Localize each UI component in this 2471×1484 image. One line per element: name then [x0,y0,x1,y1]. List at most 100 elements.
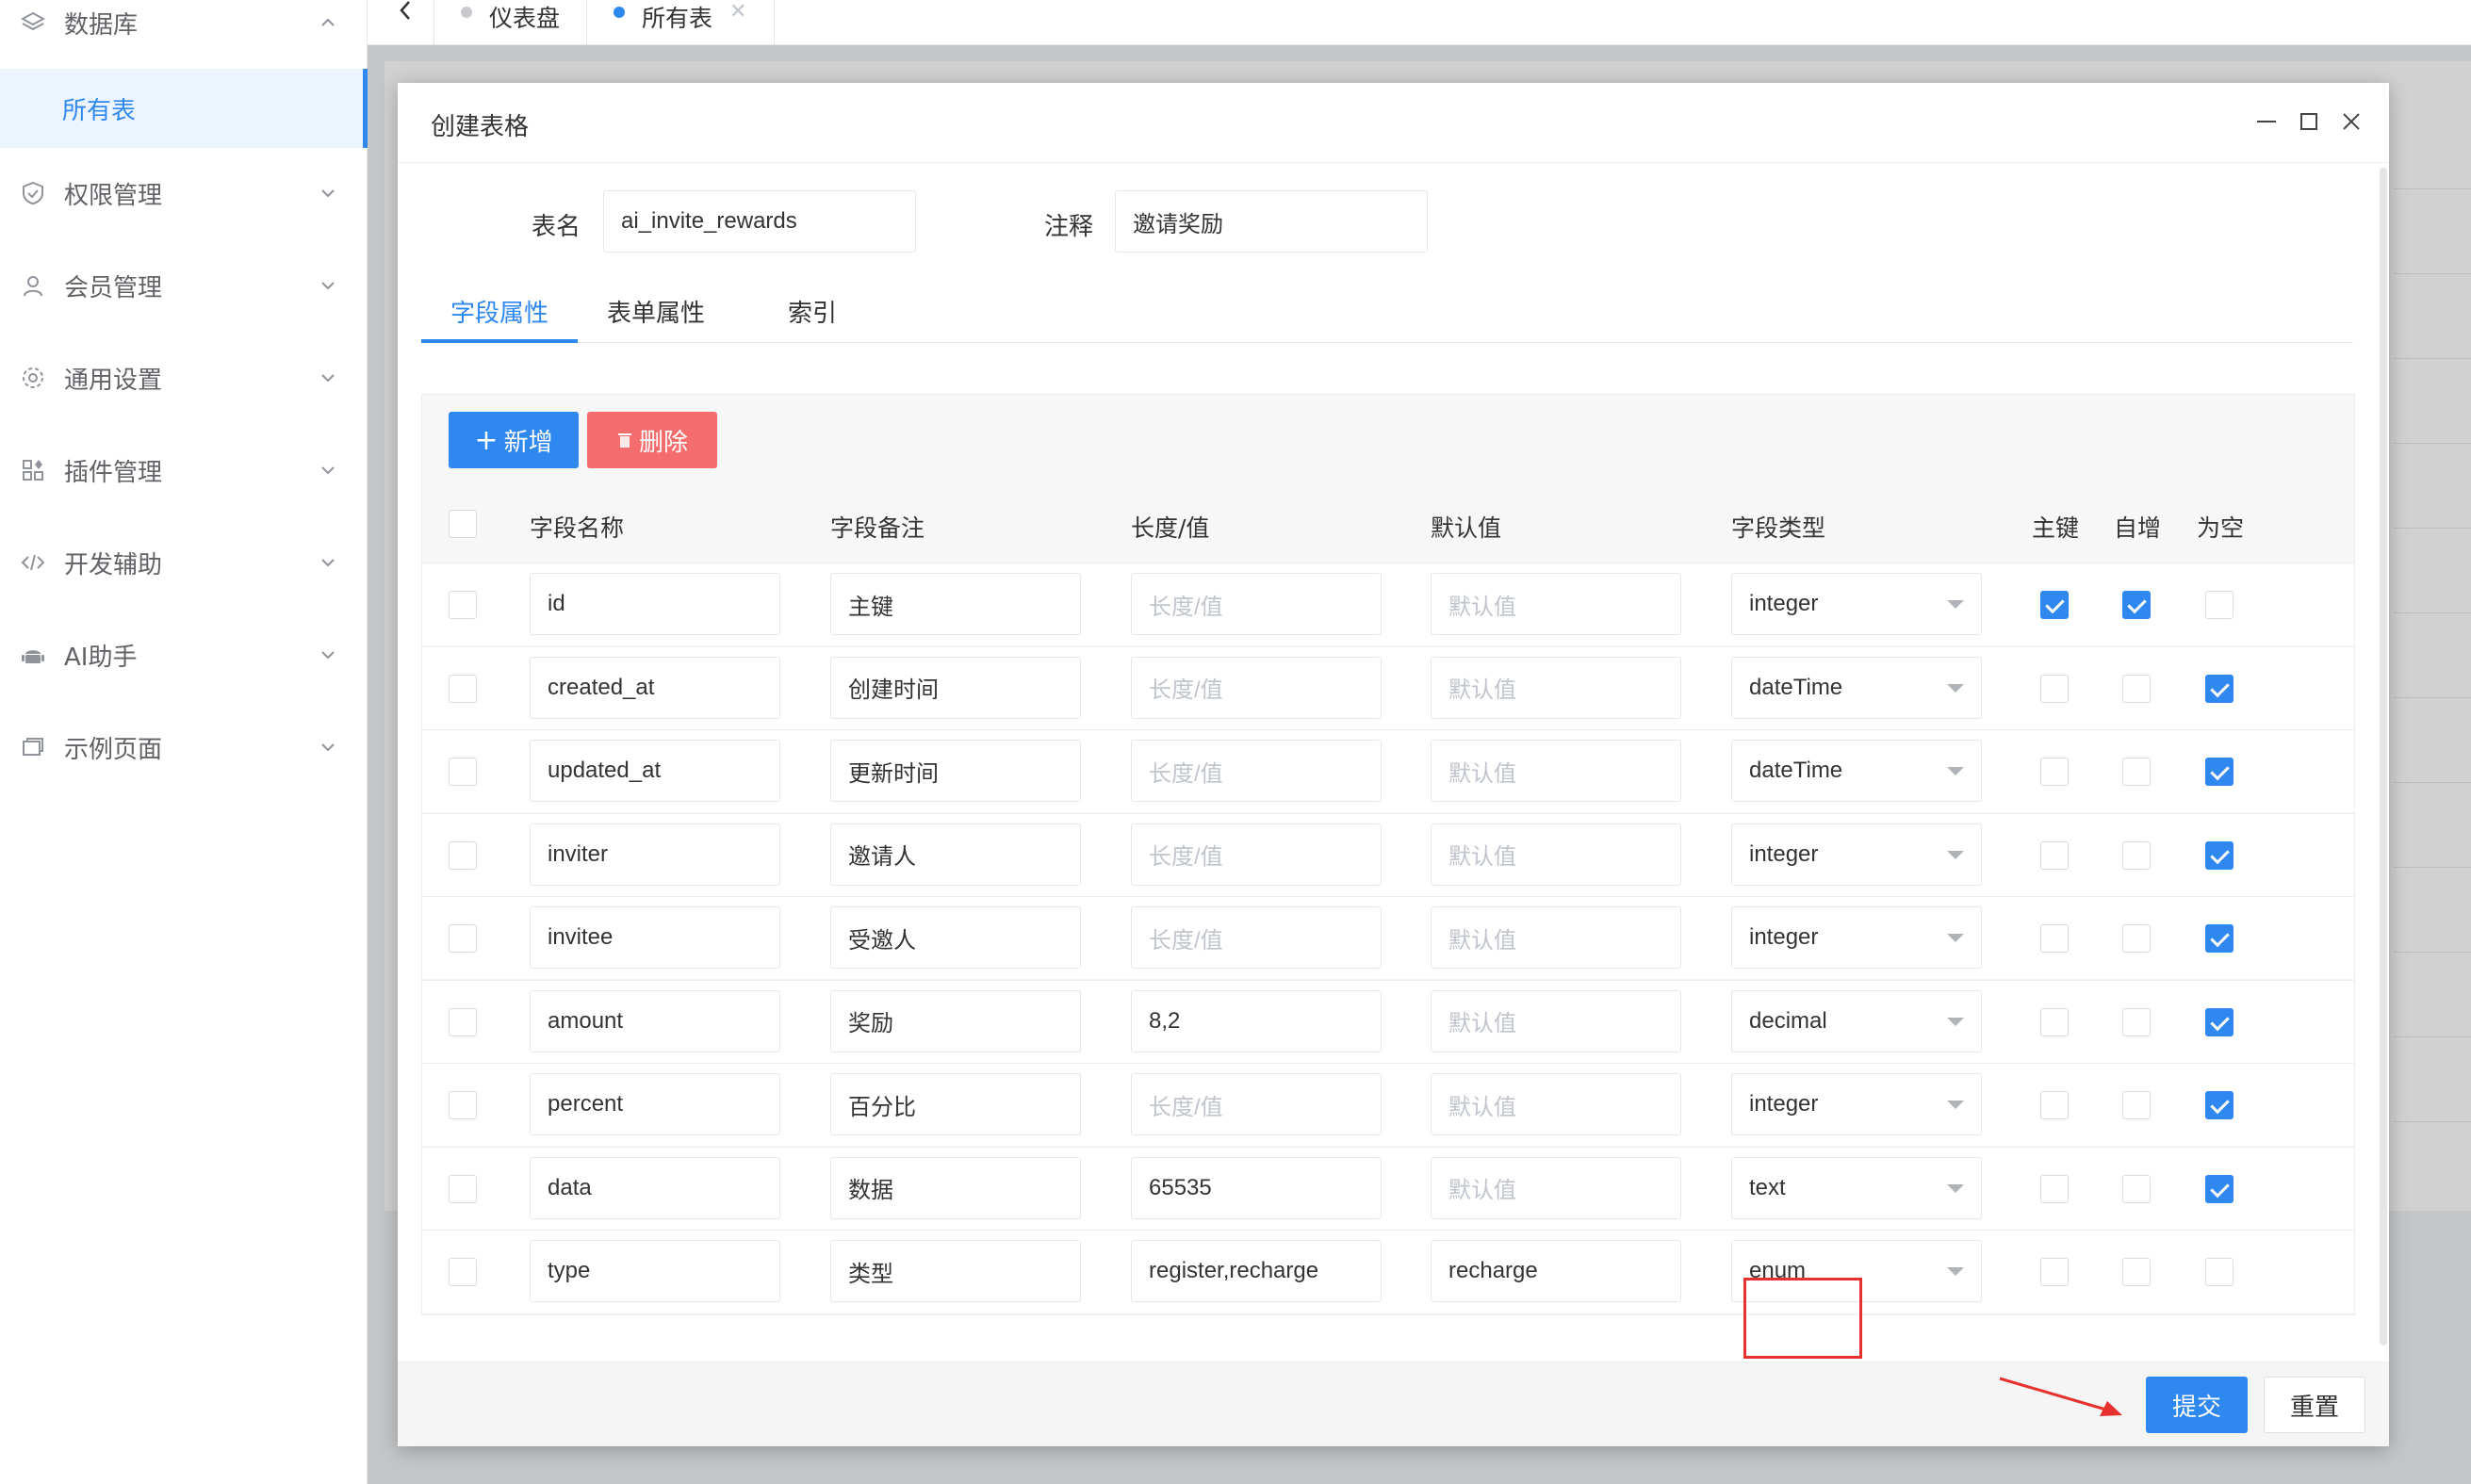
field-length-input[interactable]: register,recharge [1131,1240,1382,1302]
field-type-select[interactable]: text [1731,1156,1982,1219]
field-length-input[interactable]: 65535 [1131,1156,1382,1219]
row-select-checkbox[interactable] [449,1091,477,1119]
field-name-input[interactable]: id [530,573,780,635]
field-type-select[interactable]: dateTime [1731,740,1982,802]
field-name-input[interactable]: amount [530,989,780,1052]
nullable-checkbox[interactable] [2205,591,2234,619]
field-comment-input[interactable]: 主键 [830,573,1081,635]
field-type-select[interactable]: integer [1731,823,1982,886]
field-default-input[interactable]: 默认值 [1431,1073,1681,1135]
maximize-icon[interactable] [2295,107,2323,136]
field-type-select[interactable]: decimal [1731,989,1982,1052]
field-default-input[interactable]: 默认值 [1431,823,1681,886]
field-comment-input[interactable]: 邀请人 [830,823,1081,886]
field-comment-input[interactable]: 更新时间 [830,740,1081,802]
field-length-input[interactable]: 长度/值 [1131,573,1382,635]
delete-field-button[interactable]: 删除 [587,412,717,468]
nullable-checkbox[interactable] [2205,840,2234,870]
row-select-checkbox[interactable] [449,591,477,619]
table-name-input[interactable]: ai_invite_rewards [603,190,916,253]
field-default-input[interactable]: 默认值 [1431,906,1681,969]
auto-increment-checkbox[interactable] [2122,758,2151,786]
nullable-checkbox[interactable] [2205,1091,2234,1119]
field-name-input[interactable]: invitee [530,906,780,969]
select-all-checkbox[interactable] [449,510,477,538]
field-comment-input[interactable]: 百分比 [830,1073,1081,1135]
field-type-select[interactable]: integer [1731,906,1982,969]
field-length-input[interactable]: 长度/值 [1131,740,1382,802]
field-length-input[interactable]: 长度/值 [1131,1073,1382,1135]
field-name-input[interactable]: data [530,1156,780,1219]
sidebar-item-members[interactable]: 会员管理 [0,248,368,323]
chevron-left-icon[interactable] [386,0,424,26]
sidebar-item-permissions[interactable]: 权限管理 [0,155,368,231]
sidebar-item-all-tables[interactable]: 所有表 [0,69,368,148]
primary-key-checkbox[interactable] [2040,1091,2069,1119]
primary-key-checkbox[interactable] [2040,1258,2069,1286]
field-type-select[interactable]: dateTime [1731,656,1982,719]
field-comment-input[interactable]: 创建时间 [830,656,1081,719]
sidebar-item-database[interactable]: 数据库 [0,0,368,60]
submit-button[interactable]: 提交 [2146,1377,2248,1433]
row-select-checkbox[interactable] [449,674,477,703]
tab-dashboard[interactable]: 仪表盘 [434,0,586,45]
field-name-input[interactable]: created_at [530,656,780,719]
sidebar-item-dev-tools[interactable]: 开发辅助 [0,525,368,600]
field-name-input[interactable]: updated_at [530,740,780,802]
field-length-input[interactable]: 8,2 [1131,989,1382,1052]
nullable-checkbox[interactable] [2205,924,2234,953]
nullable-checkbox[interactable] [2205,1007,2234,1036]
row-select-checkbox[interactable] [449,924,477,953]
primary-key-checkbox[interactable] [2040,674,2069,703]
auto-increment-checkbox[interactable] [2122,1007,2151,1036]
auto-increment-checkbox[interactable] [2122,924,2151,953]
field-default-input[interactable]: 默认值 [1431,1156,1681,1219]
reset-button[interactable]: 重置 [2264,1377,2365,1433]
auto-increment-checkbox[interactable] [2122,674,2151,703]
primary-key-checkbox[interactable] [2040,924,2069,953]
field-default-input[interactable]: 默认值 [1431,573,1681,635]
tab-form-properties[interactable]: 表单属性 [578,290,734,343]
add-field-button[interactable]: + 新增 [449,412,579,468]
nullable-checkbox[interactable] [2205,758,2234,786]
primary-key-checkbox[interactable] [2040,591,2069,619]
field-name-input[interactable]: inviter [530,823,780,886]
auto-increment-checkbox[interactable] [2122,840,2151,870]
tab-indexes[interactable]: 索引 [734,290,891,343]
field-length-input[interactable]: 长度/值 [1131,656,1382,719]
auto-increment-checkbox[interactable] [2122,1258,2151,1286]
primary-key-checkbox[interactable] [2040,840,2069,870]
auto-increment-checkbox[interactable] [2122,591,2151,619]
field-name-input[interactable]: type [530,1240,780,1302]
sidebar-item-settings[interactable]: 通用设置 [0,340,368,416]
field-type-select[interactable]: integer [1731,573,1982,635]
nullable-checkbox[interactable] [2205,1174,2234,1203]
field-default-input[interactable]: 默认值 [1431,656,1681,719]
scrollbar[interactable] [2380,168,2387,1345]
field-comment-input[interactable]: 奖励 [830,989,1081,1052]
sidebar-item-examples[interactable]: 示例页面 [0,709,368,785]
auto-increment-checkbox[interactable] [2122,1174,2151,1203]
tab-all-tables[interactable]: 所有表 ✕ [586,0,775,45]
field-comment-input[interactable]: 类型 [830,1240,1081,1302]
auto-increment-checkbox[interactable] [2122,1091,2151,1119]
sidebar-item-plugins[interactable]: 插件管理 [0,432,368,508]
close-icon[interactable]: ✕ [729,0,746,24]
row-select-checkbox[interactable] [449,758,477,786]
row-select-checkbox[interactable] [449,1007,477,1036]
sidebar-item-ai-assistant[interactable]: AI助手 [0,617,368,693]
row-select-checkbox[interactable] [449,840,477,870]
nullable-checkbox[interactable] [2205,674,2234,703]
primary-key-checkbox[interactable] [2040,758,2069,786]
primary-key-checkbox[interactable] [2040,1007,2069,1036]
field-type-select[interactable]: integer [1731,1073,1982,1135]
row-select-checkbox[interactable] [449,1258,477,1286]
field-default-input[interactable]: 默认值 [1431,740,1681,802]
primary-key-checkbox[interactable] [2040,1174,2069,1203]
close-icon[interactable] [2337,107,2365,136]
nullable-checkbox[interactable] [2205,1258,2234,1286]
field-default-input[interactable]: 默认值 [1431,989,1681,1052]
field-length-input[interactable]: 长度/值 [1131,906,1382,969]
field-comment-input[interactable]: 数据 [830,1156,1081,1219]
field-default-input[interactable]: recharge [1431,1240,1681,1302]
